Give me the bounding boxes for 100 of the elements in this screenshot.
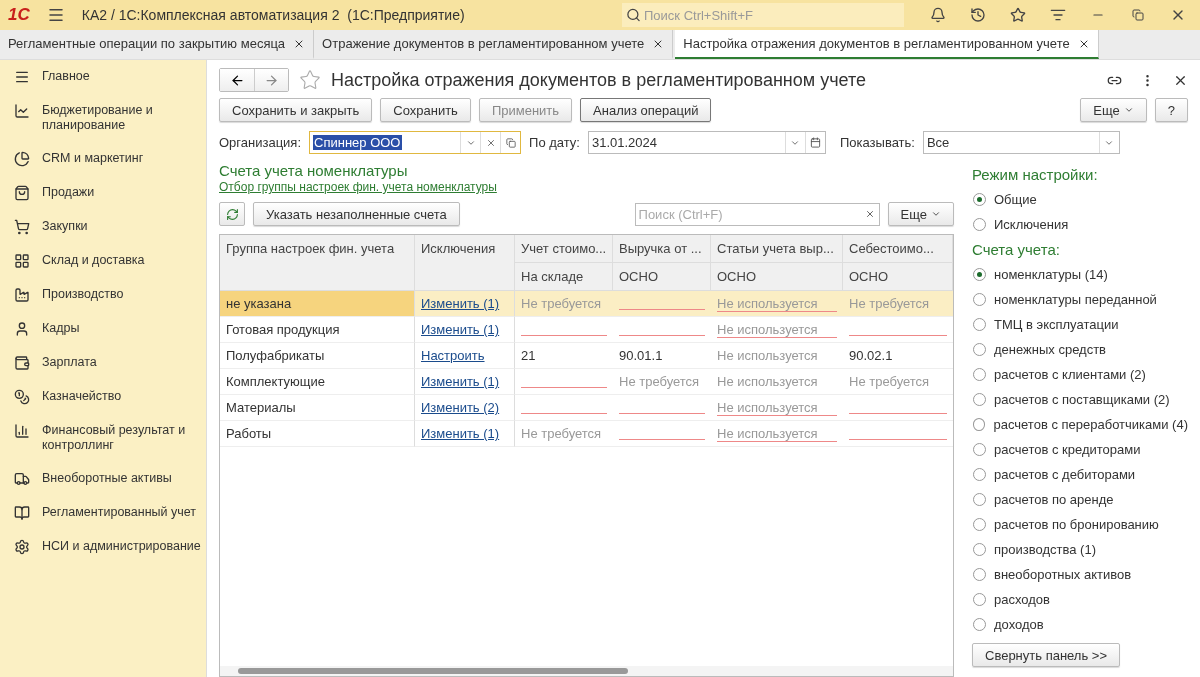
radio-label[interactable]: расчетов с поставщиками (2) [994, 392, 1170, 407]
refresh-button[interactable] [219, 202, 245, 226]
radio-label[interactable]: расчетов с переработчиками (4) [993, 417, 1188, 432]
column-subheader: ОСНО [711, 263, 843, 291]
tab[interactable]: Настройка отражения документов в регламентированном учете [675, 30, 1099, 59]
table-cell[interactable]: Комплектующие [220, 369, 415, 395]
radio-button[interactable] [973, 268, 986, 281]
toolbar-button[interactable]: Сохранить и закрыть [219, 98, 373, 122]
history-icon[interactable] [968, 5, 988, 25]
table-cell[interactable]: Работы [220, 421, 415, 447]
table-cell[interactable]: не указана [220, 291, 415, 317]
radio-button[interactable] [973, 418, 986, 431]
toolbar-button[interactable]: Сохранить [380, 98, 471, 122]
radio-label[interactable]: расходов [994, 592, 1050, 607]
radio-label[interactable]: расчетов с кредиторами [994, 442, 1141, 457]
sidebar-item[interactable]: Бюджетирование и планирование [42, 103, 202, 133]
sidebar-item[interactable]: Финансовый результат и контроллинг [42, 423, 202, 453]
refresh-icon [225, 207, 239, 221]
sidebar-item[interactable]: CRM и маркетинг [42, 151, 144, 166]
sidebar-item[interactable]: Закупки [42, 219, 88, 234]
bell-icon[interactable] [928, 5, 948, 25]
radio-button[interactable] [973, 543, 986, 556]
radio-label[interactable]: внеоборотных активов [994, 567, 1132, 582]
organization-field[interactable]: Спиннер ООО [309, 131, 522, 154]
radio-label[interactable]: расчетов по бронированию [994, 517, 1159, 532]
back-button[interactable] [220, 69, 254, 91]
radio-label[interactable]: номенклатуры (14) [994, 267, 1108, 282]
right-arrow-icon [264, 72, 279, 88]
table-cell[interactable]: Полуфабрикаты [220, 343, 415, 369]
sidebar-item[interactable]: Склад и доставка [42, 253, 145, 268]
toolbar-button[interactable]: Анализ операций [580, 98, 712, 122]
sidebar-item[interactable]: Производство [42, 287, 124, 302]
table-cell: Не используется [717, 399, 837, 416]
radio-button[interactable] [973, 518, 986, 531]
field-label: По дату: [529, 135, 580, 150]
sidebar-item[interactable]: НСИ и администрирование [42, 539, 201, 554]
field-label: Организация: [219, 135, 302, 150]
panel-title: Режим настройки: [972, 166, 1099, 183]
radio-button[interactable] [973, 193, 986, 206]
table-cell[interactable]: Готовая продукция [220, 317, 415, 343]
radio-label[interactable]: доходов [994, 617, 1044, 632]
sidebar-item[interactable]: Казначейство [42, 389, 122, 404]
radio-label[interactable]: ТМЦ в эксплуатации [994, 317, 1119, 332]
column-header: Себестоимо... [843, 235, 953, 263]
radio-button[interactable] [973, 393, 986, 406]
radio-button[interactable] [973, 618, 986, 631]
radio-label[interactable]: расчетов с дебиторами [994, 467, 1136, 482]
column-header: Статьи учета выр... [711, 235, 843, 263]
table-search-field[interactable]: Поиск (Ctrl+F) [634, 202, 880, 226]
sidebar-item[interactable]: Кадры [42, 321, 80, 336]
section-title: Счета учета номенклатуры [219, 162, 409, 179]
radio-button[interactable] [973, 568, 986, 581]
collapse-panel-button[interactable]: Свернуть панель >> [972, 643, 1121, 667]
radio-button[interactable] [973, 443, 986, 456]
radio-label[interactable]: расчетов по аренде [994, 492, 1114, 507]
scrollbar-thumb[interactable] [238, 668, 628, 674]
radio-button[interactable] [973, 343, 986, 356]
clear-icon[interactable] [864, 209, 875, 219]
star-icon[interactable] [299, 69, 321, 91]
help-button[interactable]: ? [1154, 98, 1188, 122]
sidebar-item[interactable]: Зарплата [42, 355, 97, 370]
radio-label[interactable]: производства (1) [994, 542, 1096, 557]
radio-label[interactable]: расчетов с клиентами (2) [994, 367, 1146, 382]
menu-icon [14, 69, 30, 85]
sidebar-item[interactable]: Главное [42, 69, 90, 84]
bag-icon [14, 185, 30, 201]
radio-label[interactable]: Общие [994, 192, 1037, 207]
form-title: Настройка отражения документов в регламентированном учете [331, 69, 868, 91]
search-field[interactable]: Поиск Ctrl+Shift+F [622, 3, 904, 27]
column-subheader: ОСНО [843, 263, 953, 291]
sidebar-item[interactable]: Продажи [42, 185, 95, 200]
radio-label[interactable]: Исключения [994, 217, 1069, 232]
change-link[interactable]: Настроить [421, 348, 485, 363]
app-title: КА2 / 1С:Комплексная автоматизация 2 (1С:Предприятие) [81, 7, 466, 23]
radio-label[interactable]: номенклатуры переданной [994, 292, 1157, 307]
sidebar-item[interactable]: Внеоборотные активы [42, 471, 172, 486]
more-button[interactable]: Еще [887, 202, 954, 226]
change-link[interactable]: Изменить (1) [421, 322, 500, 337]
change-link[interactable]: Изменить (1) [421, 374, 500, 389]
change-link[interactable]: Изменить (1) [421, 426, 500, 441]
caret-icon [1123, 105, 1134, 115]
radio-button[interactable] [973, 468, 986, 481]
radio-label[interactable]: денежных средств [994, 342, 1107, 357]
show-field[interactable]: Все [922, 131, 1120, 154]
radio-button[interactable] [973, 593, 986, 606]
radio-button[interactable] [973, 218, 986, 231]
book-icon [14, 505, 30, 521]
fill-accounts-button[interactable]: Указать незаполненные счета [253, 202, 460, 226]
filter-link[interactable]: Отбор группы настроек фин. учета номенклатуры [219, 180, 497, 194]
sidebar-item[interactable]: Регламентированный учет [42, 505, 197, 520]
radio-button[interactable] [973, 493, 986, 506]
radio-button[interactable] [973, 293, 986, 306]
radio-button[interactable] [973, 318, 986, 331]
star-icon[interactable] [1008, 5, 1028, 25]
change-link[interactable]: Изменить (2) [421, 400, 500, 415]
more-button[interactable]: Еще [1080, 98, 1147, 122]
calendar-icon [809, 137, 821, 148]
table-cell[interactable]: Материалы [220, 395, 415, 421]
radio-button[interactable] [973, 368, 986, 381]
date-field[interactable]: 31.01.2024 [587, 131, 826, 154]
